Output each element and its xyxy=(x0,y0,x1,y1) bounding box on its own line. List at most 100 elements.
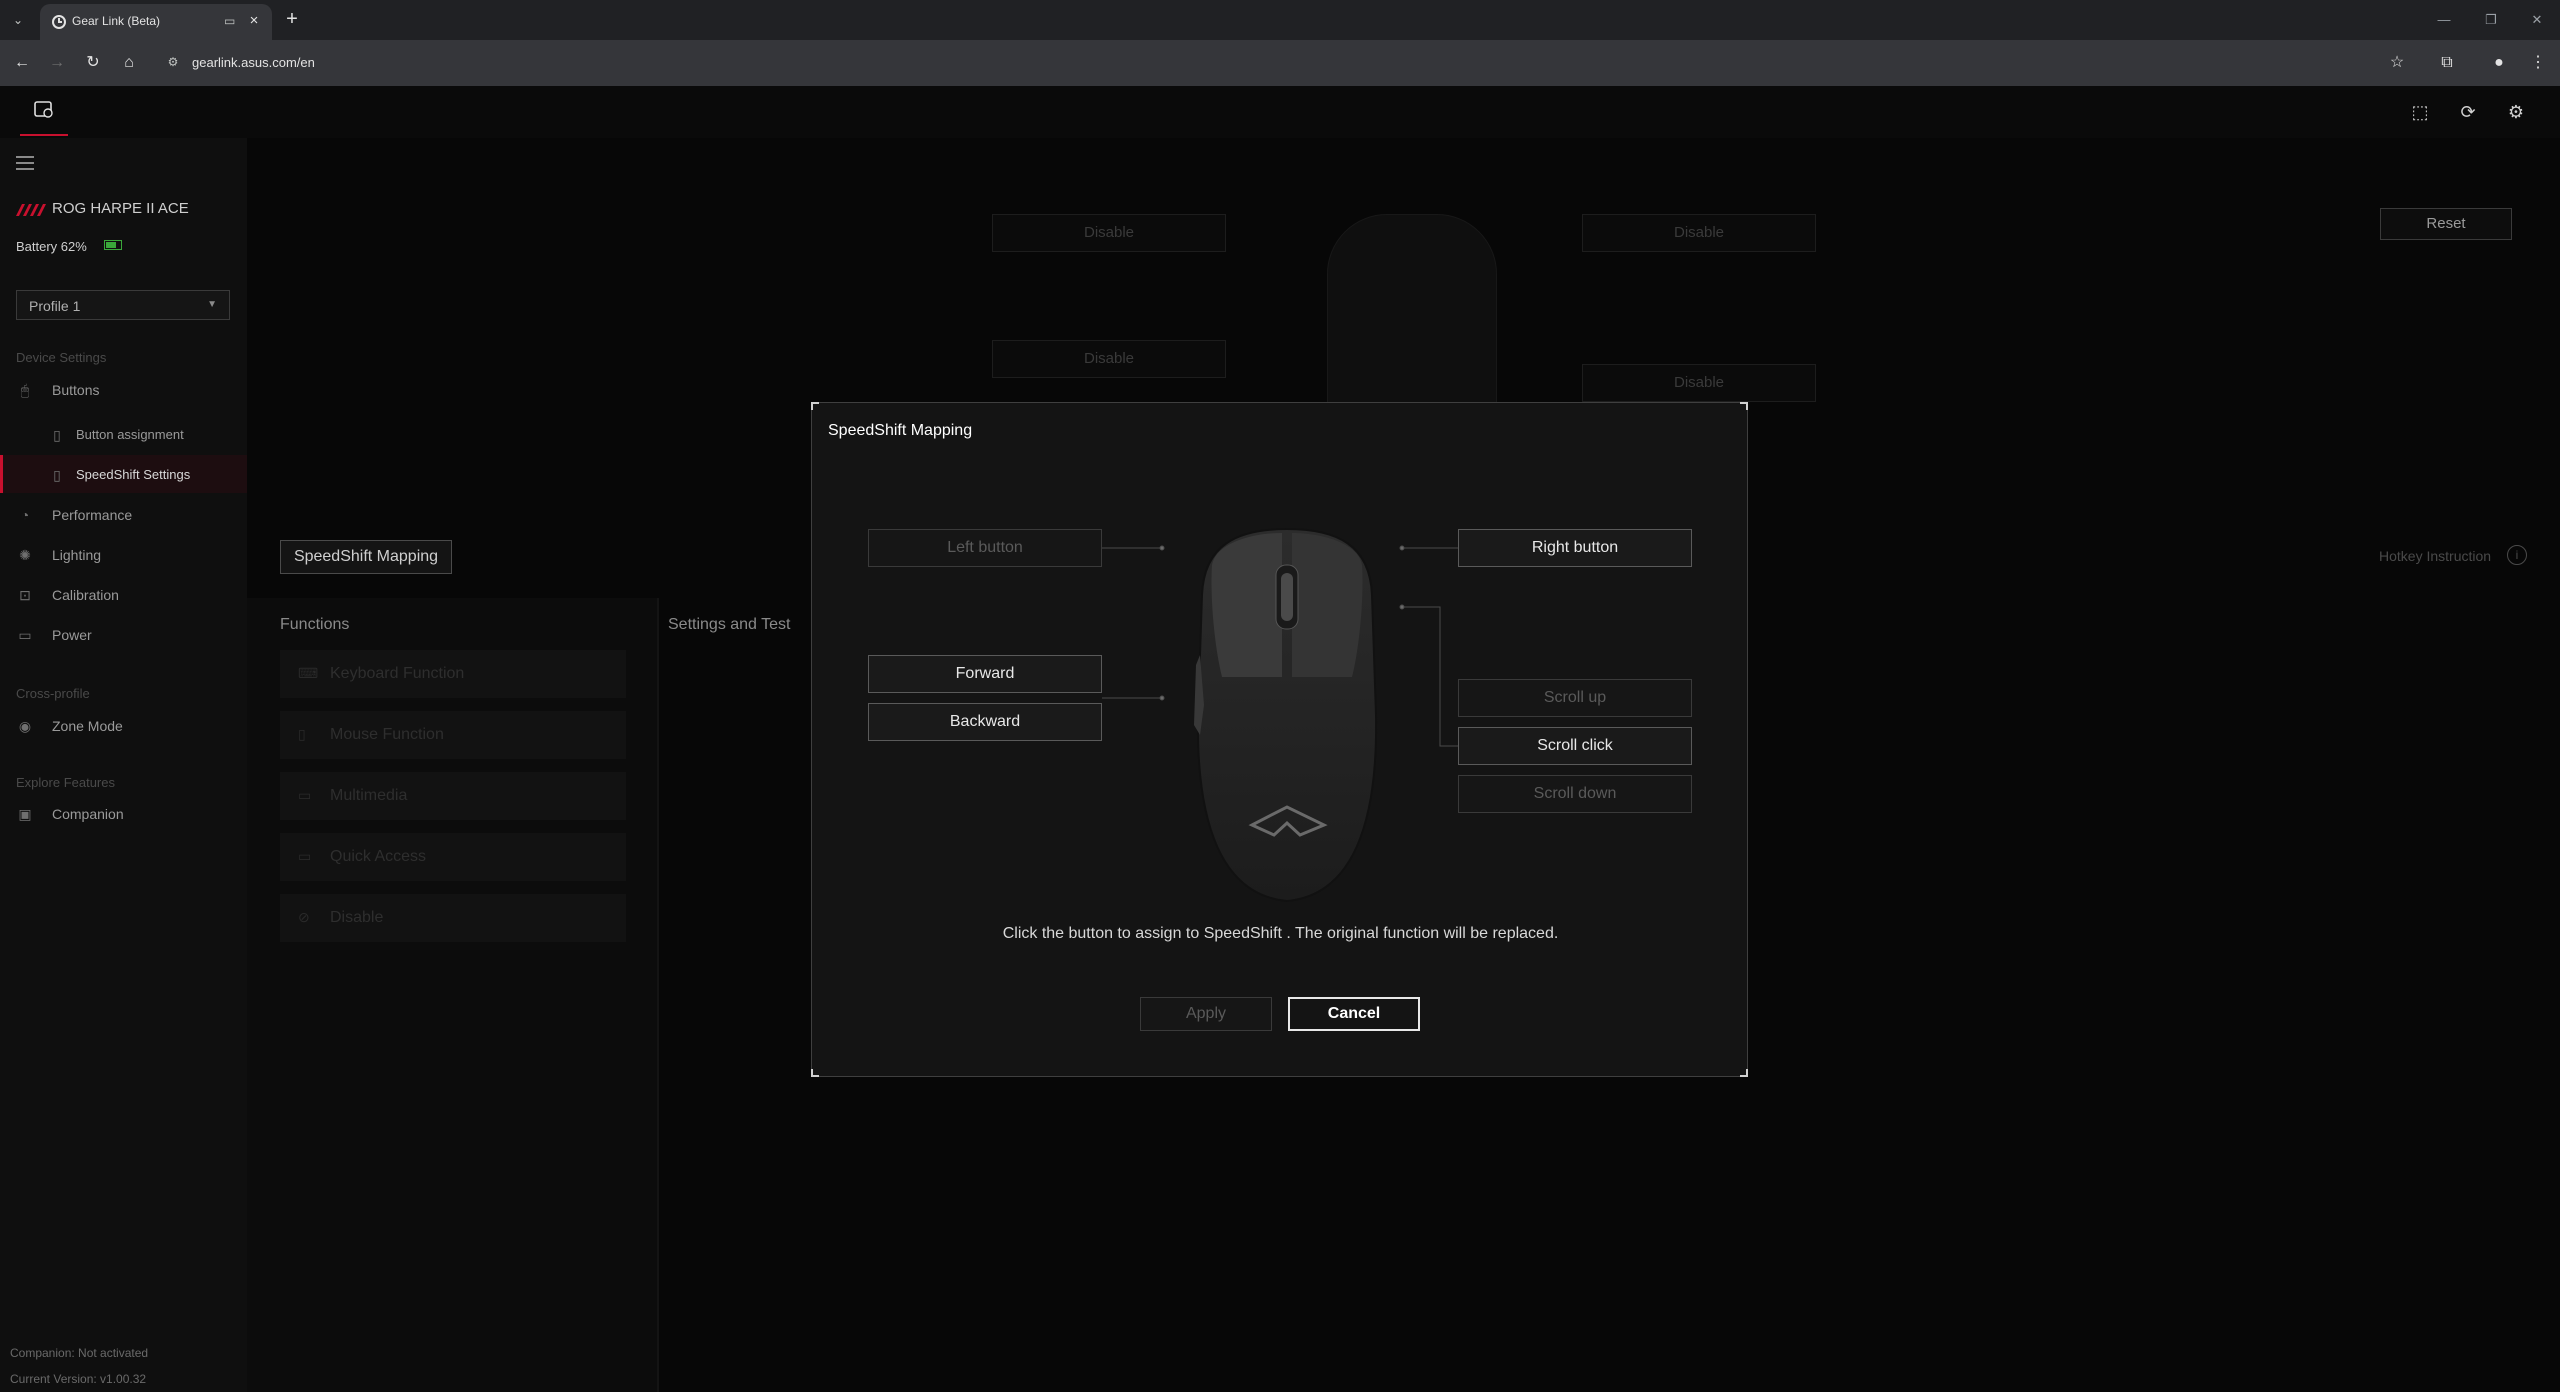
profile-value: Profile 1 xyxy=(29,298,81,314)
function-item-disable[interactable]: ⊘ Disable xyxy=(280,894,626,942)
menu-hamburger-icon[interactable] xyxy=(16,156,34,170)
home-icon[interactable]: ⌂ xyxy=(118,52,140,74)
mouse-icon: ▯ xyxy=(298,726,306,742)
function-label: Multimedia xyxy=(330,787,408,804)
sidebar-item-zone-mode[interactable]: ◉ Zone Mode xyxy=(0,706,247,744)
function-item-multimedia[interactable]: ▭ Multimedia xyxy=(280,772,626,820)
battery-power-icon: ▭ xyxy=(18,627,32,643)
functions-panel: Functions ⌨ Keyboard Function ▯ Mouse Fu… xyxy=(247,598,659,1392)
reload-icon[interactable]: ↻ xyxy=(82,52,104,74)
browser-menu-icon[interactable]: ⋮ xyxy=(2527,52,2549,74)
sidebar-item-label: Zone Mode xyxy=(52,718,123,734)
section-cross-profile: Cross-profile xyxy=(16,686,90,701)
screenshot-icon[interactable]: ⬚ xyxy=(2408,100,2432,124)
assignment-slot-mid-right[interactable]: Disable xyxy=(1582,364,1816,402)
bookmark-star-icon[interactable]: ☆ xyxy=(2386,52,2408,74)
section-explore-features: Explore Features xyxy=(16,775,115,790)
sidebar-item-performance[interactable]: ◔ Performance xyxy=(0,495,247,533)
new-tab-icon[interactable]: + xyxy=(282,9,302,29)
tab-share-icon[interactable]: ▭ xyxy=(224,14,240,30)
dialog-corner xyxy=(1740,1069,1748,1077)
mouse-icon: 🖱 xyxy=(20,382,30,398)
info-icon[interactable]: i xyxy=(2507,545,2527,565)
device-tab[interactable] xyxy=(20,96,68,136)
chevron-down-icon: ▼ xyxy=(207,299,217,310)
sidebar: ROG HARPE II ACE Battery 62% Profile 1 ▼… xyxy=(0,138,247,1392)
section-device-settings: Device Settings xyxy=(16,350,107,365)
extensions-icon[interactable]: ⧉ xyxy=(2436,52,2458,74)
scroll-click-option[interactable]: Scroll click xyxy=(1458,727,1692,765)
tab-search-icon[interactable]: ⌄ xyxy=(8,10,28,30)
sidebar-item-label: Power xyxy=(52,627,92,643)
right-button-option[interactable]: Right button xyxy=(1458,529,1692,567)
device-tab-indicator xyxy=(20,134,68,136)
forward-icon[interactable]: → xyxy=(46,52,68,74)
sidebar-item-companion[interactable]: ▣ Companion xyxy=(0,794,247,832)
browser-toolbar: ← → ↻ ⌂ ⚙ gearlink.asus.com/en ☆ ⧉ ● ⋮ xyxy=(0,40,2560,86)
minimize-icon[interactable]: — xyxy=(2434,10,2454,30)
function-label: Keyboard Function xyxy=(330,665,465,682)
sidebar-item-power[interactable]: ▭ Power xyxy=(0,615,247,653)
function-label: Disable xyxy=(330,909,384,926)
companion-status: Companion: Not activated xyxy=(10,1346,149,1360)
restore-icon[interactable]: ❐ xyxy=(2481,10,2501,30)
backward-option[interactable]: Backward xyxy=(868,703,1102,741)
site-info-icon[interactable]: ⚙ xyxy=(164,53,182,71)
keyboard-icon: ⌨ xyxy=(298,665,319,681)
zone-mode-icon: ◉ xyxy=(18,718,32,734)
tab-close-icon[interactable]: × xyxy=(246,13,262,29)
dialog-corner xyxy=(1740,402,1748,410)
assignment-slot-top-left[interactable]: Disable xyxy=(992,214,1226,252)
rog-logo-icon xyxy=(16,204,46,216)
sidebar-item-buttons[interactable]: 🖱 Buttons xyxy=(0,370,247,408)
profile-dropdown[interactable]: Profile 1 ▼ xyxy=(16,290,230,320)
hotkey-instruction-link[interactable]: Hotkey Instruction xyxy=(2379,548,2491,564)
settings-gear-icon[interactable]: ⚙ xyxy=(2504,100,2528,124)
sidebar-item-lighting[interactable]: ✺ Lighting xyxy=(0,535,247,573)
sidebar-item-speedshift-settings[interactable]: ▯ SpeedShift Settings xyxy=(0,455,247,493)
sidebar-item-label: SpeedShift Settings xyxy=(76,467,191,482)
function-item-quick-access[interactable]: ▭ Quick Access xyxy=(280,833,626,881)
speedshift-mapping-button[interactable]: SpeedShift Mapping xyxy=(280,540,452,574)
function-label: Quick Access xyxy=(330,848,427,865)
sidebar-item-button-assignment[interactable]: ▯ Button assignment xyxy=(0,415,247,453)
sync-icon[interactable]: ⟳ xyxy=(2456,100,2480,124)
assignment-slot-top-right[interactable]: Disable xyxy=(1582,214,1816,252)
sidebar-item-calibration[interactable]: ⊡ Calibration xyxy=(0,575,247,613)
left-button-option[interactable]: Left button xyxy=(868,529,1102,567)
scroll-up-option[interactable]: Scroll up xyxy=(1458,679,1692,717)
reset-button[interactable]: Reset xyxy=(2380,208,2512,240)
app-topbar: ⬚ ⟳ ⚙ xyxy=(0,86,2560,138)
battery-icon xyxy=(104,240,122,250)
dialog-title: SpeedShift Mapping xyxy=(828,422,973,439)
mouse-outline-icon: ▯ xyxy=(53,427,61,443)
dialog-corner xyxy=(811,1069,819,1077)
scroll-down-option[interactable]: Scroll down xyxy=(1458,775,1692,813)
dialog-corner xyxy=(811,402,819,410)
sidebar-item-label: Calibration xyxy=(52,587,119,603)
assignment-slot-mid-left[interactable]: Disable xyxy=(992,340,1226,378)
settings-title: Settings and Test xyxy=(668,616,791,633)
back-icon[interactable]: ← xyxy=(11,52,33,74)
cancel-button[interactable]: Cancel xyxy=(1288,997,1420,1031)
sidebar-item-label: Lighting xyxy=(52,547,102,563)
profile-avatar-icon[interactable]: ● xyxy=(2488,52,2510,74)
function-item-mouse[interactable]: ▯ Mouse Function xyxy=(280,711,626,759)
battery-status: Battery 62% xyxy=(16,239,87,254)
dialog-message: Click the button to assign to SpeedShift… xyxy=(1002,925,1559,942)
sidebar-item-label: Performance xyxy=(52,507,133,523)
function-label: Mouse Function xyxy=(330,726,444,743)
function-item-keyboard[interactable]: ⌨ Keyboard Function xyxy=(280,650,626,698)
functions-title: Functions xyxy=(280,616,350,633)
companion-icon: ▣ xyxy=(18,806,32,822)
sidebar-item-label: Buttons xyxy=(52,382,100,398)
speedshift-mapping-dialog: SpeedShift Mapping Left button Right but… xyxy=(811,402,1748,1077)
window-close-icon[interactable]: ✕ xyxy=(2527,10,2547,30)
gear-link-favicon-icon xyxy=(52,15,66,29)
address-bar[interactable]: gearlink.asus.com/en xyxy=(192,55,315,70)
mouse-device-icon xyxy=(34,101,53,118)
forward-option[interactable]: Forward xyxy=(868,655,1102,693)
mouse-outline-icon: ▯ xyxy=(53,467,61,483)
browser-tab[interactable]: Gear Link (Beta) ▭ × xyxy=(40,4,272,40)
apply-button[interactable]: Apply xyxy=(1140,997,1272,1031)
